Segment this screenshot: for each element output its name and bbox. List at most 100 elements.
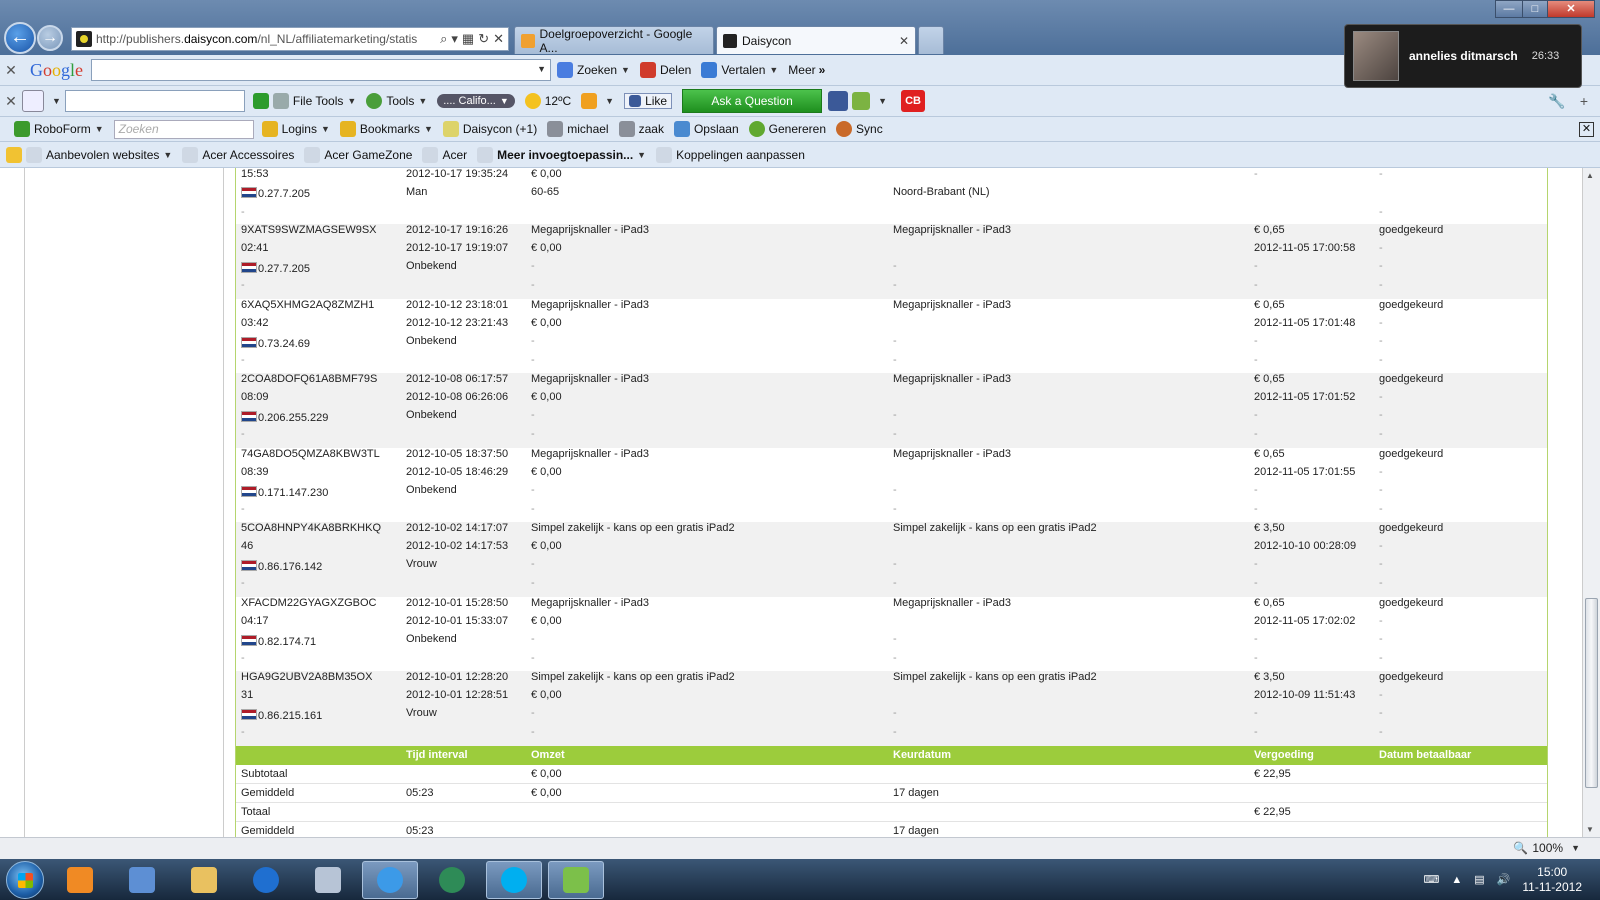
close-toolbar-icon[interactable]: ✕ xyxy=(0,93,22,110)
zaak-identity[interactable]: zaak xyxy=(618,121,664,137)
forward-arrow-icon[interactable]: → xyxy=(37,25,63,51)
fav-acer[interactable]: Acer xyxy=(422,146,468,163)
fav-acer-accessoires[interactable]: Acer Accessoires xyxy=(182,146,294,163)
dash: - xyxy=(531,558,535,570)
generate-button[interactable]: Genereren xyxy=(748,121,826,137)
address-url[interactable]: http://publishers.daisycon.com/nl_NL/aff… xyxy=(96,32,436,46)
tools-button[interactable]: Tools ▼ xyxy=(366,93,427,109)
file-tools-button[interactable]: File Tools ▼ xyxy=(272,93,356,109)
maximize-button[interactable]: □ xyxy=(1522,0,1548,18)
summary-label: Gemiddeld xyxy=(241,824,295,837)
scroll-thumb[interactable] xyxy=(1585,598,1598,788)
back-arrow-icon[interactable]: ← xyxy=(4,22,36,54)
translate-label: Vertalen xyxy=(721,63,766,77)
sync-button[interactable]: Sync xyxy=(836,121,883,137)
favorites-star-icon[interactable] xyxy=(6,146,22,163)
roboform-button[interactable]: RoboForm ▼ xyxy=(14,121,104,137)
dash: - xyxy=(1379,483,1383,496)
daisycon-bookmark[interactable]: Daisycon (+1) xyxy=(442,121,537,137)
taskbar-media-player[interactable] xyxy=(52,861,108,899)
close-window-button[interactable]: ✕ xyxy=(1547,0,1595,18)
stop-icon[interactable]: ✕ xyxy=(493,31,504,47)
close-roboform-icon[interactable]: ✕ xyxy=(1579,121,1594,137)
url-domain: daisycon.com xyxy=(184,32,258,46)
gender: Onbekend xyxy=(406,334,457,347)
summary-vergoeding: € 22,95 xyxy=(1254,767,1291,780)
taskbar-messenger[interactable] xyxy=(548,860,604,899)
save-button[interactable]: Opslaan xyxy=(673,121,739,137)
recycle-icon[interactable] xyxy=(852,92,871,110)
close-toolbar-icon[interactable]: ✕ xyxy=(0,62,22,79)
taskbar-app-5[interactable] xyxy=(300,861,356,899)
dropdown-icon[interactable]: ▾ xyxy=(451,31,458,47)
dash: - xyxy=(531,726,535,738)
more-button[interactable]: Meer» xyxy=(788,63,825,77)
taskbar-teamviewer[interactable] xyxy=(238,861,294,899)
cb-button[interactable]: CB xyxy=(901,90,926,112)
tab-doelgroepoverzicht[interactable]: Doelgroepoverzicht - Google A... xyxy=(514,26,714,55)
share-button[interactable]: Delen xyxy=(639,62,691,78)
dash: - xyxy=(1379,353,1383,366)
facebook-icon[interactable] xyxy=(828,91,849,111)
google-search-input[interactable]: ▼ xyxy=(91,59,552,81)
facebook-like-button[interactable]: Like xyxy=(624,93,673,109)
radio-player[interactable]: .... Califo... ▼ xyxy=(437,94,515,108)
daisycon-icon xyxy=(442,121,459,137)
go-arrow-icon[interactable] xyxy=(252,93,269,109)
close-tab-icon[interactable]: ✕ xyxy=(899,34,909,48)
tools-search-input[interactable] xyxy=(64,90,245,112)
google-search-button[interactable]: Zoeken ▼ xyxy=(557,62,630,78)
taskbar-browser[interactable] xyxy=(424,861,480,899)
address-bar[interactable]: http://publishers.daisycon.com/nl_NL/aff… xyxy=(71,27,509,51)
minimize-button[interactable]: — xyxy=(1495,0,1523,18)
scroll-down-icon[interactable]: ▼ xyxy=(1586,825,1594,834)
page-icon xyxy=(182,146,199,163)
start-button[interactable] xyxy=(6,860,44,899)
left-sidebar xyxy=(24,168,224,837)
fav-label: Koppelingen aanpassen xyxy=(676,147,805,162)
add-icon[interactable]: + xyxy=(1580,93,1588,110)
scroll-up-icon[interactable]: ▲ xyxy=(1586,171,1594,180)
show-hidden-icons[interactable]: ▲ xyxy=(1451,874,1462,886)
table-row: HGA9G2UBV2A8BM35OX 31 2012-10-01 12:28:20 2… xyxy=(236,671,1547,746)
taskbar-app-2[interactable] xyxy=(114,861,170,899)
fav-acer-gamezone[interactable]: Acer GameZone xyxy=(304,146,412,163)
search-icon[interactable]: ⌕ xyxy=(440,31,447,47)
compatibility-icon[interactable]: ▦ xyxy=(462,31,474,47)
tab-daisycon[interactable]: Daisycon ✕ xyxy=(716,26,916,54)
fav-meer-invoegtoepassingen[interactable]: Meer invoegtoepassin... ▼ xyxy=(477,146,646,163)
weather-widget[interactable]: 12ºC xyxy=(524,93,571,109)
michael-identity[interactable]: michael xyxy=(547,121,609,137)
bookmarks-icon xyxy=(339,121,356,137)
summary-row: Gemiddeld 05:23 17 dagen xyxy=(236,821,1547,837)
dash: - xyxy=(893,353,897,366)
taskbar-skype[interactable] xyxy=(486,860,542,899)
fav-aanbevolen-websites[interactable]: Aanbevolen websites ▼ xyxy=(26,146,172,163)
keurdatum: 2012-10-09 11:51:43 xyxy=(1254,689,1356,701)
network-icon[interactable]: ▤ xyxy=(1474,873,1484,886)
refresh-icon[interactable]: ↻ xyxy=(478,31,489,47)
ask-a-question-button[interactable]: Ask a Question xyxy=(682,89,823,113)
volume-icon[interactable]: 🔊 xyxy=(1497,873,1511,886)
translate-button[interactable]: Vertalen ▼ xyxy=(701,62,778,78)
taskbar-explorer[interactable] xyxy=(176,861,232,899)
campaign-name: Megaprijsknaller - iPad3 xyxy=(531,298,649,311)
fav-koppelingen-aanpassen[interactable]: Koppelingen aanpassen xyxy=(656,146,805,163)
vertical-scrollbar[interactable]: ▲ ▼ xyxy=(1582,168,1600,837)
bookmarks-button[interactable]: Bookmarks ▼ xyxy=(339,121,433,137)
roboform-search-input[interactable]: Zoeken xyxy=(113,119,254,139)
pen-icon[interactable] xyxy=(22,90,44,112)
chat-notification-popup[interactable]: annelies ditmarsch 26:33 xyxy=(1344,24,1582,88)
wrench-icon[interactable]: 🔧 xyxy=(1548,93,1565,110)
fav-label: Acer xyxy=(442,147,468,162)
new-tab-button[interactable] xyxy=(918,26,944,54)
url-prefix: http://publishers. xyxy=(96,32,185,46)
taskbar-internet-explorer[interactable] xyxy=(362,860,418,899)
vergoeding: € 0,65 xyxy=(1254,596,1285,609)
clock[interactable]: 15:00 11-11-2012 xyxy=(1522,865,1582,895)
extension-button[interactable]: ▼ xyxy=(581,93,614,109)
keyboard-icon[interactable]: ⌨ xyxy=(1424,873,1440,886)
extension-icon xyxy=(581,93,598,109)
zoom-control[interactable]: 🔍 100% ▼ xyxy=(1513,841,1580,855)
logins-button[interactable]: Logins ▼ xyxy=(261,121,330,137)
